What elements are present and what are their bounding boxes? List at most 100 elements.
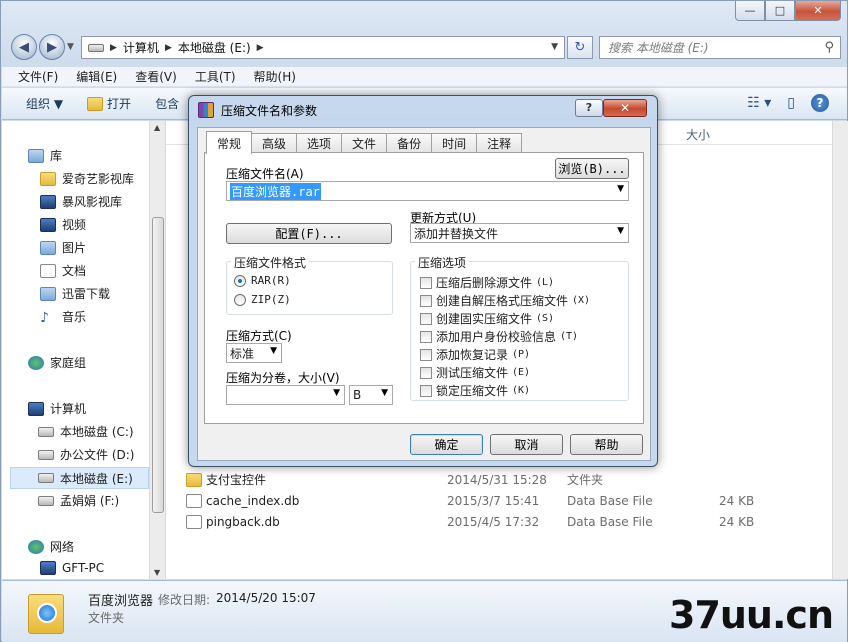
close-button[interactable]: ✕ xyxy=(795,1,841,21)
sidebar-item-label: 办公文件 (D:) xyxy=(60,448,135,462)
compression-method-select[interactable]: 标准 ▼ xyxy=(226,343,282,363)
address-bar[interactable]: ▶ 计算机 ▶ 本地磁盘 (E:) ▶ ▼ xyxy=(81,36,565,59)
document-icon xyxy=(40,263,56,278)
checkbox-unchecked-icon xyxy=(420,312,432,325)
change-view-icon[interactable]: ☷ ▾ xyxy=(747,95,771,111)
archive-name-combo[interactable]: 百度浏览器.rar ▼ xyxy=(226,181,629,201)
sidebar-item-xunlei[interactable]: 迅雷下载 xyxy=(40,285,110,302)
tab-comment[interactable]: 注释 xyxy=(476,133,523,153)
option-solid-checkbox[interactable]: 创建固实压缩文件 (S) xyxy=(420,310,554,327)
sidebar-item-network[interactable]: 网络 xyxy=(28,538,74,555)
checkbox-label: 测试压缩文件 xyxy=(436,366,509,380)
chevron-right-icon[interactable]: ▶ xyxy=(257,43,264,53)
dropdown-arrow-icon[interactable]: ▼ xyxy=(617,226,624,236)
table-row[interactable]: pingback.db 2015/4/5 17:32 Data Base Fil… xyxy=(182,511,822,532)
sidebar-item-label: 家庭组 xyxy=(50,356,87,370)
sidebar-item-gft-pc[interactable]: GFT-PC xyxy=(40,561,104,575)
include-in-library-button[interactable]: 包含 xyxy=(155,95,179,112)
sidebar-item-libraries[interactable]: 库 xyxy=(28,147,62,164)
menu-file[interactable]: 文件(F) xyxy=(18,68,58,85)
format-rar-radio[interactable]: RAR(R) xyxy=(234,274,291,287)
cancel-button[interactable]: 取消 xyxy=(490,434,563,455)
back-button[interactable]: ◀ xyxy=(11,34,37,60)
details-pane: 百度浏览器 修改日期: 2014/5/20 15:07 文件夹 37uu.cn xyxy=(2,580,847,642)
compression-method-value: 标准 xyxy=(230,346,255,361)
file-date: 2015/4/5 17:32 xyxy=(447,514,540,529)
maximize-button[interactable]: □ xyxy=(765,1,795,21)
option-sfx-checkbox[interactable]: 创建自解压格式压缩文件 (X) xyxy=(420,292,590,309)
dropdown-arrow-icon[interactable]: ▼ xyxy=(617,184,624,194)
breadcrumb-computer[interactable]: 计算机 xyxy=(123,39,159,56)
dropdown-arrow-icon[interactable]: ▼ xyxy=(270,346,277,356)
option-recovery-record-checkbox[interactable]: 添加恢复记录 (P) xyxy=(420,346,530,363)
checkbox-label: 创建固实压缩文件 xyxy=(436,312,533,326)
table-row[interactable]: 支付宝控件 2014/5/31 15:28 文件夹 xyxy=(182,469,822,490)
ok-button[interactable]: 确定 xyxy=(410,434,483,455)
tab-general[interactable]: 常规 xyxy=(206,131,253,154)
sidebar-item-drive-e[interactable]: 本地磁盘 (E:) xyxy=(10,467,149,489)
sidebar-item-documents[interactable]: 文档 xyxy=(40,262,86,279)
help-button[interactable]: 帮助 xyxy=(570,434,643,455)
dialog-help-button[interactable]: ? xyxy=(575,99,603,117)
scroll-down-icon[interactable]: ▼ xyxy=(154,568,160,577)
sidebar-item-drive-c[interactable]: 本地磁盘 (C:) xyxy=(38,423,134,440)
refresh-button[interactable]: ↻ xyxy=(567,36,593,59)
sidebar-item-pictures[interactable]: 图片 xyxy=(40,239,86,256)
split-unit-select[interactable]: B ▼ xyxy=(349,385,393,405)
breadcrumb-drive-e[interactable]: 本地磁盘 (E:) xyxy=(178,39,251,56)
organize-button[interactable]: 组织 ▼ xyxy=(26,95,63,112)
sidebar-item-drive-f[interactable]: 孟娟娟 (F:) xyxy=(38,492,119,509)
sidebar-item-computer[interactable]: 计算机 xyxy=(28,400,86,417)
option-test-archive-checkbox[interactable]: 测试压缩文件 (E) xyxy=(420,364,530,381)
menu-tools[interactable]: 工具(T) xyxy=(195,68,236,85)
split-unit-value: B xyxy=(353,388,362,402)
video-icon xyxy=(40,217,56,232)
dialog-close-button[interactable]: ✕ xyxy=(603,99,647,117)
scrollbar-thumb[interactable] xyxy=(152,217,164,513)
open-button[interactable]: 打开 xyxy=(87,95,131,112)
sidebar-item-drive-d[interactable]: 办公文件 (D:) xyxy=(38,446,134,463)
option-authenticity-checkbox[interactable]: 添加用户身份校验信息 (T) xyxy=(420,328,578,345)
address-dropdown-icon[interactable]: ▼ xyxy=(551,42,558,52)
navigation-pane-scrollbar[interactable]: ▲ ▼ xyxy=(149,121,165,579)
preview-pane-icon[interactable]: ▯ xyxy=(787,95,795,111)
file-name: cache_index.db xyxy=(206,493,300,508)
scroll-up-icon[interactable]: ▲ xyxy=(154,123,160,132)
chevron-right-icon[interactable]: ▶ xyxy=(165,43,172,53)
update-mode-select[interactable]: 添加并替换文件 ▼ xyxy=(410,223,629,243)
sidebar-item-music[interactable]: ♪ 音乐 xyxy=(40,308,86,326)
tab-files[interactable]: 文件 xyxy=(341,133,388,153)
recent-pages-dropdown-icon[interactable]: ▼ xyxy=(67,42,74,52)
column-size[interactable]: 大小 xyxy=(686,126,710,143)
search-icon[interactable]: ⚲ xyxy=(824,40,834,55)
menu-edit[interactable]: 编辑(E) xyxy=(76,68,117,85)
file-list-scrollbar[interactable] xyxy=(832,121,848,579)
chevron-right-icon[interactable]: ▶ xyxy=(110,43,117,53)
sidebar-item-homegroup[interactable]: 家庭组 xyxy=(28,354,86,371)
dropdown-arrow-icon[interactable]: ▼ xyxy=(381,388,388,398)
tab-options[interactable]: 选项 xyxy=(296,133,343,153)
help-icon[interactable]: ? xyxy=(811,94,829,112)
format-zip-radio[interactable]: ZIP(Z) xyxy=(234,293,291,306)
split-size-combo[interactable]: ▼ xyxy=(226,385,345,405)
profiles-button[interactable]: 配置(F)... xyxy=(226,223,392,244)
sidebar-item-iqiyi[interactable]: 爱奇艺影视库 xyxy=(40,170,134,187)
checkbox-hotkey: (L) xyxy=(536,277,555,288)
menu-help[interactable]: 帮助(H) xyxy=(254,68,296,85)
checkbox-hotkey: (X) xyxy=(572,295,591,306)
option-lock-archive-checkbox[interactable]: 锁定压缩文件 (K) xyxy=(420,382,530,399)
browse-button[interactable]: 浏览(B)... xyxy=(555,158,629,179)
checkbox-unchecked-icon xyxy=(420,348,432,361)
tab-backup[interactable]: 备份 xyxy=(386,133,433,153)
search-input[interactable]: 搜索 本地磁盘 (E:) ⚲ xyxy=(599,36,841,59)
sidebar-item-baofeng[interactable]: 暴风影视库 xyxy=(40,193,122,210)
table-row[interactable]: cache_index.db 2015/3/7 15:41 Data Base … xyxy=(182,490,822,511)
dropdown-arrow-icon[interactable]: ▼ xyxy=(333,388,340,398)
menu-view[interactable]: 查看(V) xyxy=(135,68,177,85)
sidebar-item-videos[interactable]: 视频 xyxy=(40,216,86,233)
minimize-button[interactable]: — xyxy=(735,1,765,21)
forward-button[interactable]: ▶ xyxy=(39,34,65,60)
tab-advanced[interactable]: 高级 xyxy=(251,133,298,153)
option-delete-after-checkbox[interactable]: 压缩后删除源文件 (L) xyxy=(420,274,554,291)
tab-time[interactable]: 时间 xyxy=(431,133,478,153)
